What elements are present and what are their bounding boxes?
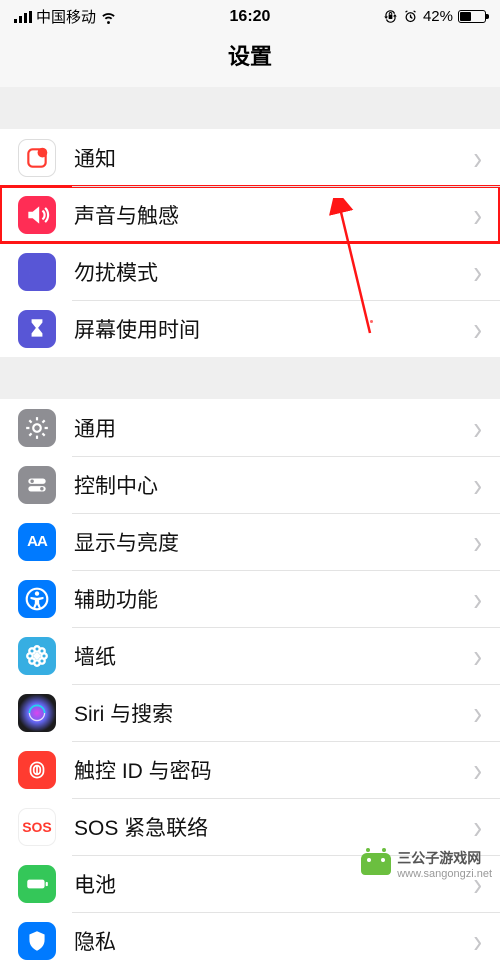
chevron-right-icon: › xyxy=(473,255,482,289)
status-time: 16:20 xyxy=(230,8,271,26)
chevron-right-icon: › xyxy=(473,141,482,175)
row-label: 显示与亮度 xyxy=(74,527,473,557)
row-label: 隐私 xyxy=(74,926,473,956)
chevron-right-icon: › xyxy=(473,924,482,958)
row-accessibility[interactable]: 辅助功能 › xyxy=(0,570,500,627)
flower-icon xyxy=(18,637,56,675)
row-display[interactable]: AA 显示与亮度 › xyxy=(0,513,500,570)
chevron-right-icon: › xyxy=(473,639,482,673)
watermark-logo-icon xyxy=(361,853,391,875)
lock-rotation-icon xyxy=(383,9,398,24)
watermark-url: www.sangongzi.net xyxy=(397,868,492,880)
settings-group-1: 通知 › 声音与触感 › 勿扰模式 › 屏幕使用时间 › xyxy=(0,129,500,357)
alarm-icon xyxy=(403,9,418,24)
wifi-icon xyxy=(100,8,117,25)
chevron-right-icon: › xyxy=(473,753,482,787)
chevron-right-icon: › xyxy=(473,468,482,502)
row-label: 通用 xyxy=(74,413,473,443)
moon-icon xyxy=(18,253,56,291)
row-label: 通知 xyxy=(74,143,473,173)
fingerprint-icon xyxy=(18,751,56,789)
chevron-right-icon: › xyxy=(473,312,482,346)
gear-icon xyxy=(18,409,56,447)
row-label: 勿扰模式 xyxy=(74,257,473,287)
chevron-right-icon: › xyxy=(473,696,482,730)
row-screentime[interactable]: 屏幕使用时间 › xyxy=(0,300,500,357)
chevron-right-icon: › xyxy=(473,198,482,232)
row-dnd[interactable]: 勿扰模式 › xyxy=(0,243,500,300)
settings-group-2: 通用 › 控制中心 › AA 显示与亮度 › 辅助功能 › 墙纸 › Siri … xyxy=(0,399,500,969)
status-left: 中国移动 xyxy=(14,6,117,27)
watermark-text: 三公子游戏网 xyxy=(397,848,492,868)
switches-icon xyxy=(18,466,56,504)
row-touchid[interactable]: 触控 ID 与密码 › xyxy=(0,741,500,798)
status-bar: 中国移动 16:20 42% xyxy=(0,0,500,29)
row-general[interactable]: 通用 › xyxy=(0,399,500,456)
chevron-right-icon: › xyxy=(473,582,482,616)
chevron-right-icon: › xyxy=(473,810,482,844)
row-notifications[interactable]: 通知 › xyxy=(0,129,500,186)
watermark: 三公子游戏网 www.sangongzi.net xyxy=(361,848,492,880)
row-privacy[interactable]: 隐私 › xyxy=(0,912,500,969)
carrier-label: 中国移动 xyxy=(36,6,96,27)
row-label: 控制中心 xyxy=(74,470,473,500)
row-sounds[interactable]: 声音与触感 › xyxy=(0,186,500,243)
hourglass-icon xyxy=(18,310,56,348)
row-label: 声音与触感 xyxy=(74,200,473,230)
row-wallpaper[interactable]: 墙纸 › xyxy=(0,627,500,684)
row-label: SOS 紧急联络 xyxy=(74,812,473,842)
aa-icon: AA xyxy=(18,523,56,561)
chevron-right-icon: › xyxy=(473,525,482,559)
battery-pct: 42% xyxy=(423,8,453,25)
row-sos[interactable]: SOS SOS 紧急联络 › xyxy=(0,798,500,855)
row-label: 辅助功能 xyxy=(74,584,473,614)
accessibility-icon xyxy=(18,580,56,618)
notification-icon xyxy=(18,139,56,177)
status-right: 42% xyxy=(383,8,486,25)
page-title: 设置 xyxy=(0,29,500,87)
hand-icon xyxy=(18,922,56,960)
row-label: Siri 与搜索 xyxy=(74,698,473,728)
row-control-center[interactable]: 控制中心 › xyxy=(0,456,500,513)
chevron-right-icon: › xyxy=(473,411,482,445)
row-label: 触控 ID 与密码 xyxy=(74,755,473,785)
battery-icon xyxy=(18,865,56,903)
battery-icon xyxy=(458,10,486,23)
siri-icon xyxy=(18,694,56,732)
sound-icon xyxy=(18,196,56,234)
row-label: 屏幕使用时间 xyxy=(74,314,473,344)
sos-icon: SOS xyxy=(18,808,56,846)
row-label: 墙纸 xyxy=(74,641,473,671)
row-siri[interactable]: Siri 与搜索 › xyxy=(0,684,500,741)
signal-bars-icon xyxy=(14,11,32,23)
